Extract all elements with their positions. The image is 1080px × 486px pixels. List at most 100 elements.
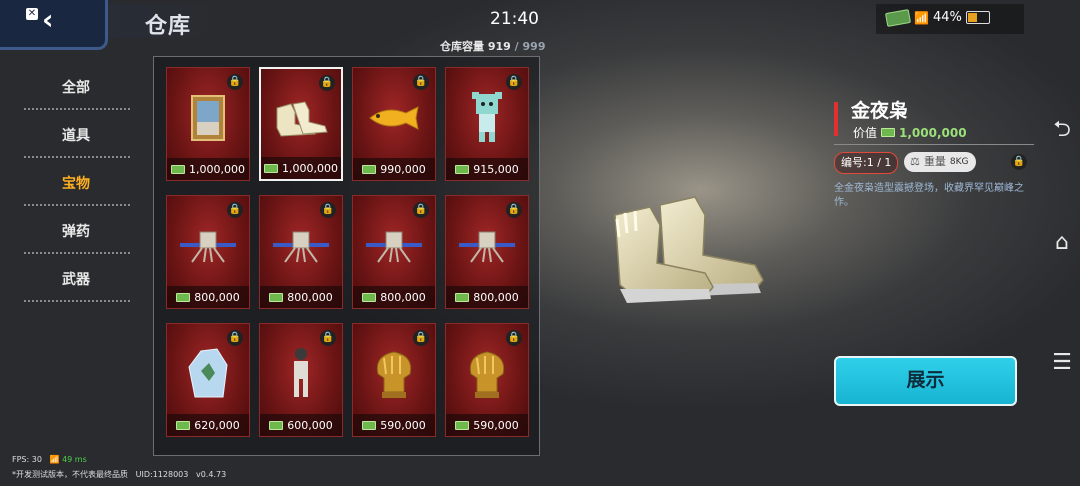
price-bar: 990,000	[353, 158, 435, 180]
capacity-max: 999	[522, 40, 546, 53]
lock-icon: 🔒	[320, 202, 336, 218]
price-bar: 620,000	[167, 414, 249, 436]
money-icon	[264, 163, 278, 173]
item-description: 全金夜枭造型震撼登场，收藏界罕见巅峰之作。	[834, 183, 1024, 208]
lock-icon: 🔒	[506, 74, 522, 90]
back-nav-icon[interactable]: ⮌	[1048, 112, 1076, 150]
lock-icon: 🔒	[227, 202, 243, 218]
price-bar: 800,000	[260, 286, 342, 308]
weight-icon: ⚖	[910, 155, 920, 168]
item-price: 590,000	[473, 418, 519, 432]
menu-nav-icon[interactable]: ☰	[1048, 350, 1076, 375]
category-tab[interactable]: 宝物	[22, 168, 130, 216]
back-button[interactable]: ✕ ‹	[0, 0, 108, 50]
money-icon	[455, 164, 470, 174]
golden-trophy-icon	[463, 348, 511, 404]
category-divider	[24, 156, 130, 158]
item-price: 590,000	[380, 418, 426, 432]
clock: 21:40	[490, 9, 539, 29]
item-card[interactable]: 🔒 800,000	[445, 195, 529, 309]
golden-trophy-icon	[370, 348, 418, 404]
lock-icon: 🔒	[319, 75, 335, 91]
money-icon	[176, 292, 191, 302]
build-info: *开发测试版本，不代表最终品质 UID:1128003 v0.4.73	[12, 469, 226, 480]
capacity-used: 919	[487, 40, 511, 53]
lunar-lander-icon	[271, 226, 331, 270]
item-card[interactable]: 🔒 915,000	[445, 67, 529, 181]
item-card[interactable]: 🔒 800,000	[352, 195, 436, 309]
money-icon	[455, 420, 470, 430]
money-icon	[171, 164, 185, 174]
wifi-icon: 📶	[914, 10, 929, 25]
rarity-bar	[834, 102, 838, 136]
item-card[interactable]: 🔒 620,000	[166, 323, 250, 437]
item-name: 金夜枭	[851, 100, 909, 122]
lock-icon[interactable]: 🔒	[1011, 154, 1027, 170]
price-bar: 1,000,000	[167, 158, 249, 180]
money-icon	[176, 420, 191, 430]
painting-icon	[190, 94, 226, 146]
plush-doll-icon	[470, 91, 504, 148]
lock-icon: 🔒	[320, 330, 336, 346]
lock-icon: 🔒	[413, 202, 429, 218]
price-bar: 600,000	[260, 414, 342, 436]
chevron-left-icon: ‹	[42, 3, 54, 36]
item-preview-sneakers	[614, 196, 764, 303]
lock-icon: 🔒	[506, 330, 522, 346]
price-bar: 915,000	[446, 158, 528, 180]
capacity-label: 仓库容量	[440, 40, 484, 53]
money-icon	[362, 420, 377, 430]
show-button[interactable]: 展示	[834, 356, 1017, 406]
status-area: 📶 44%	[884, 8, 990, 27]
category-divider	[24, 252, 130, 254]
item-price: 620,000	[194, 418, 240, 432]
battery-percent: 44%	[932, 10, 962, 25]
money-icon	[881, 128, 896, 137]
home-nav-icon[interactable]: ⌂	[1048, 230, 1076, 255]
item-price: 1,000,000	[189, 162, 245, 176]
lock-icon: 🔒	[413, 74, 429, 90]
category-tab[interactable]: 全部	[22, 72, 130, 120]
item-price: 800,000	[473, 290, 519, 304]
close-icon: ✕	[26, 8, 38, 20]
item-card[interactable]: 🔒 800,000	[259, 195, 343, 309]
item-card[interactable]: 🔒 1,000,000	[259, 67, 343, 181]
page-title: 仓库	[145, 14, 192, 39]
category-tab[interactable]: 道具	[22, 120, 130, 168]
uid: UID:1128003	[135, 470, 189, 479]
fps-readout: FPS: 30 📶 49 ms	[12, 455, 87, 464]
item-card[interactable]: 🔒 990,000	[352, 67, 436, 181]
item-value-row: 价值 1,000,000	[853, 124, 967, 141]
lock-icon: 🔒	[506, 202, 522, 218]
item-card[interactable]: 🔒 600,000	[259, 323, 343, 437]
item-card[interactable]: 🔒 590,000	[352, 323, 436, 437]
category-divider	[24, 300, 130, 302]
money-icon	[269, 420, 284, 430]
item-price: 600,000	[287, 418, 333, 432]
serial-badge: 编号:1 / 1	[834, 152, 899, 174]
item-card[interactable]: 🔒 800,000	[166, 195, 250, 309]
value-label: 价值	[853, 126, 878, 140]
version: v0.4.73	[195, 470, 227, 479]
golden-fish-icon	[366, 103, 422, 137]
lock-icon: 🔒	[227, 330, 243, 346]
money-icon	[269, 292, 284, 302]
category-label: 全部	[62, 80, 90, 96]
price-bar: 590,000	[446, 414, 528, 436]
lunar-lander-icon	[457, 226, 517, 270]
item-card[interactable]: 🔒 1,000,000	[166, 67, 250, 181]
category-label: 武器	[62, 272, 90, 288]
lunar-lander-icon	[178, 226, 238, 270]
ping-value: 49 ms	[62, 455, 87, 464]
item-card[interactable]: 🔒 590,000	[445, 323, 529, 437]
money-icon	[362, 292, 377, 302]
price-bar: 1,000,000	[261, 157, 341, 179]
category-label: 弹药	[62, 224, 90, 240]
category-tab[interactable]: 武器	[22, 264, 130, 312]
money-icon	[455, 292, 470, 302]
price-bar: 800,000	[167, 286, 249, 308]
item-value: 1,000,000	[899, 125, 967, 140]
category-tab[interactable]: 弹药	[22, 216, 130, 264]
cash-icon	[884, 8, 912, 27]
price-bar: 800,000	[446, 286, 528, 308]
